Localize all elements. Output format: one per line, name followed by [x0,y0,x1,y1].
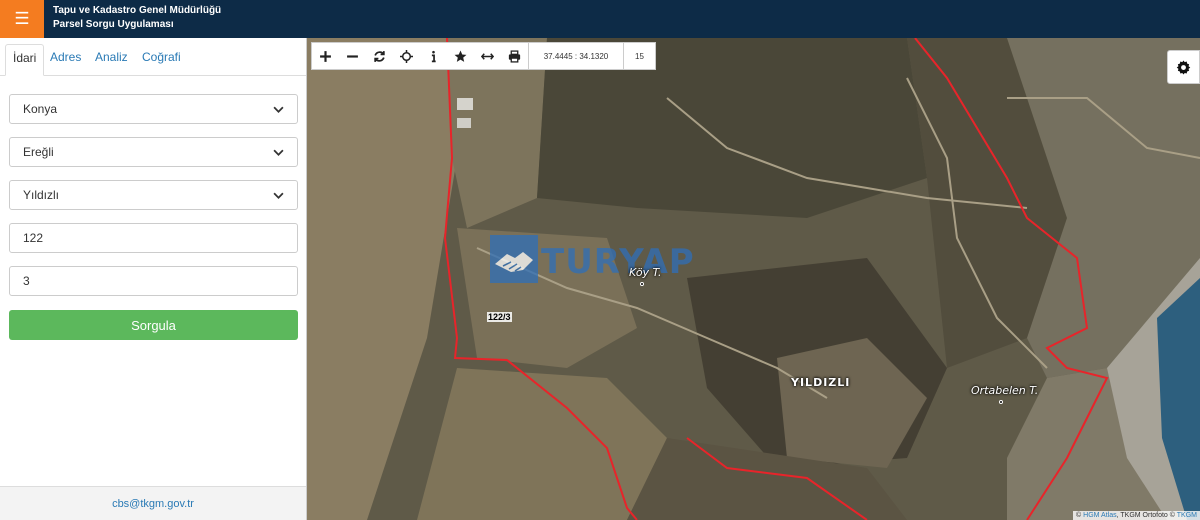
map-toolbar: 37.4445 : 34.1320 15 [311,42,656,70]
locate-button[interactable] [393,43,420,69]
neighborhood-select[interactable]: Yıldızlı [9,180,298,210]
tab-bar: İdari Adres Analiz Coğrafi [0,38,306,76]
sidebar-footer: cbs@tkgm.gov.tr [0,486,306,520]
app-title: Tapu ve Kadastro Genel Müdürlüğü Parsel … [53,4,221,32]
zoom-in-icon [320,50,331,62]
handshake-logo-icon [490,235,538,283]
contact-email-link[interactable]: cbs@tkgm.gov.tr [112,498,194,510]
chevron-down-icon [273,106,284,113]
tab-adres[interactable]: Adres [43,44,88,76]
yildizli-village-label: YILDIZLI [791,376,851,389]
district-select[interactable]: Ereğli [9,137,298,167]
zoom-in-button[interactable] [312,43,339,69]
locate-icon [400,49,413,63]
coordinate-readout: 37.4445 : 34.1320 [528,43,623,69]
info-button[interactable] [420,43,447,69]
hgm-atlas-link[interactable]: HGM Atlas [1083,512,1116,519]
zoom-out-button[interactable] [339,43,366,69]
tab-cografi[interactable]: Coğrafi [135,44,188,76]
tab-idari[interactable]: İdari [5,44,45,76]
refresh-button[interactable] [366,43,393,69]
print-icon [508,49,521,63]
map-view[interactable]: 37.4445 : 34.1320 15 TURYAP Köy T. YILDI… [307,38,1200,520]
favorite-button[interactable] [447,43,474,69]
zoom-level-readout: 15 [623,43,655,69]
measure-button[interactable] [474,43,501,69]
app-title-line2: Parsel Sorgu Uygulaması [53,19,174,30]
zoom-out-icon [347,54,358,58]
parcel-number-value: 3 [23,274,30,288]
watermark-text: TURYAP [541,242,695,282]
gear-icon [1176,59,1191,75]
block-number-value: 122 [23,231,44,245]
star-icon [454,50,467,62]
app-title-line1: Tapu ve Kadastro Genel Müdürlüğü [53,5,222,16]
block-number-input[interactable]: 122 [9,223,298,253]
app-header: ☰ Tapu ve Kadastro Genel Müdürlüğü Parse… [0,0,1200,38]
chevron-down-icon [273,149,284,156]
province-value: Konya [23,102,58,116]
chevron-down-icon [273,192,284,199]
query-button[interactable]: Sorgula [9,310,298,340]
koy-hill-marker [640,282,644,286]
measure-icon [481,52,494,60]
settings-button[interactable] [1167,50,1200,84]
refresh-icon [374,50,385,62]
print-button[interactable] [501,43,528,69]
ortabelen-hill-label: Ortabelen T. [971,384,1039,397]
info-icon [431,50,436,62]
neighborhood-value: Yıldızlı [23,188,60,202]
sidebar: İdari Adres Analiz Coğrafi Konya Ereğli … [0,38,307,520]
ortabelen-hill-marker [999,400,1003,404]
parcel-label[interactable]: 122/3 [487,312,512,322]
parcel-number-input[interactable]: 3 [9,266,298,296]
map-attribution: © HGM Atlas, TKGM Ortofoto © TKGM [1073,511,1200,520]
menu-button[interactable]: ☰ [0,0,44,38]
tkgm-link[interactable]: TKGM [1177,512,1197,519]
satellite-imagery [307,38,1200,520]
hamburger-icon: ☰ [14,9,30,28]
attribution-middle: , TKGM Ortofoto © [1116,512,1175,519]
koy-hill-label: Köy T. [629,266,662,279]
province-select[interactable]: Konya [9,94,298,124]
district-value: Ereğli [23,145,54,159]
turyap-watermark: TURYAP [489,234,719,288]
tab-analiz[interactable]: Analiz [88,44,135,76]
attribution-prefix: © [1076,512,1082,519]
